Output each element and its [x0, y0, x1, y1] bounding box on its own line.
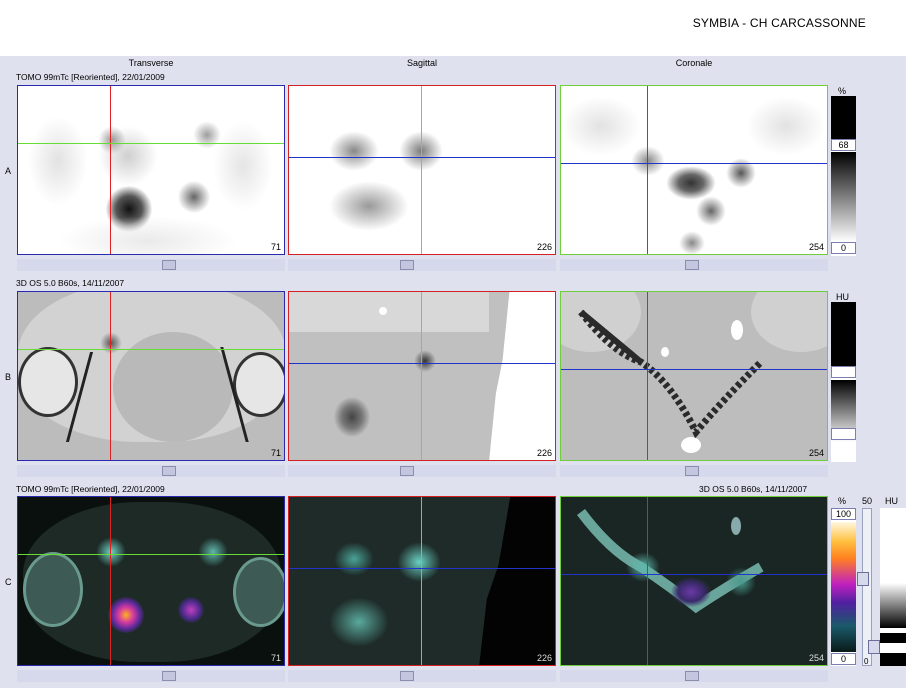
crosshair-vertical — [647, 86, 648, 254]
scroll-thumb[interactable] — [685, 671, 699, 681]
row-c-label: C — [5, 577, 12, 587]
scale-a-bar — [831, 96, 856, 256]
scrollbar-b-transverse[interactable] — [17, 465, 285, 477]
viewport-b-coronal[interactable]: 254 — [560, 291, 828, 461]
viewport-b-sagittal[interactable]: 226 — [288, 291, 556, 461]
crosshair-horizontal — [18, 349, 284, 350]
row-b-label: B — [5, 372, 12, 382]
row-c-info-right: 3D OS 5.0 B60s, 14/11/2007 — [699, 484, 808, 494]
title-bar: SYMBIA - CH CARCASSONNE — [0, 0, 906, 56]
scroll-thumb[interactable] — [400, 671, 414, 681]
slice-number: 71 — [270, 448, 281, 458]
scroll-thumb[interactable] — [162, 260, 176, 270]
viewport-a-transverse[interactable]: 71 — [17, 85, 285, 255]
crosshair-horizontal — [18, 554, 284, 555]
slice-number: 254 — [808, 242, 824, 252]
crosshair-horizontal — [18, 143, 284, 144]
scrollbar-a-coronal[interactable] — [560, 259, 828, 271]
crosshair-vertical — [110, 497, 111, 665]
scrollbar-b-coronal[interactable] — [560, 465, 828, 477]
viewport-c-transverse[interactable]: 71 — [17, 496, 285, 666]
scale-c-pct-unit: % — [838, 496, 847, 506]
crosshair-vertical — [421, 497, 422, 665]
slice-number: 226 — [536, 653, 552, 663]
scale-c-bottom-value[interactable]: 0 — [831, 653, 856, 665]
scrollbar-c-transverse[interactable] — [17, 670, 285, 682]
scrollbar-a-sagittal[interactable] — [288, 259, 556, 271]
crosshair-vertical — [421, 86, 422, 254]
crosshair-horizontal — [561, 369, 827, 370]
scale-b-window-handle[interactable] — [831, 428, 856, 440]
row-a-info: TOMO 99mTc [Reoriented], 22/01/2009 — [16, 72, 165, 82]
viewport-b-transverse[interactable]: 71 — [17, 291, 285, 461]
slice-number: 226 — [536, 242, 552, 252]
scroll-thumb[interactable] — [162, 671, 176, 681]
scale-b-level-handle[interactable] — [831, 366, 856, 378]
crosshair-vertical — [647, 497, 648, 665]
scale-c-hu-unit: HU — [885, 496, 898, 506]
scale-a-top-value[interactable]: 68 — [831, 139, 856, 151]
scale-c-window-value: 50 — [862, 496, 873, 506]
scale-c-low-value: 0 — [864, 657, 869, 666]
crosshair-horizontal — [289, 157, 555, 158]
scrollbar-c-sagittal[interactable] — [288, 670, 556, 682]
crosshair-vertical — [421, 292, 422, 460]
slice-number: 226 — [536, 448, 552, 458]
scroll-thumb[interactable] — [685, 466, 699, 476]
crosshair-vertical — [110, 86, 111, 254]
scale-a-bottom-value[interactable]: 0 — [831, 242, 856, 254]
scroll-thumb[interactable] — [400, 466, 414, 476]
viewport-a-coronal[interactable]: 254 — [560, 85, 828, 255]
scale-c-color-bar — [831, 508, 856, 666]
scale-b-unit: HU — [836, 292, 849, 302]
row-c-info-left: TOMO 99mTc [Reoriented], 22/01/2009 — [16, 484, 165, 494]
scroll-thumb[interactable] — [685, 260, 699, 270]
row-a-label: A — [5, 166, 12, 176]
crosshair-vertical — [647, 292, 648, 460]
column-header-transverse: Transverse — [128, 58, 174, 68]
scroll-thumb[interactable] — [162, 466, 176, 476]
viewport-c-sagittal[interactable]: 226 — [288, 496, 556, 666]
slice-number: 71 — [270, 653, 281, 663]
viewport-a-sagittal[interactable]: 226 — [288, 85, 556, 255]
crosshair-vertical — [110, 292, 111, 460]
crosshair-horizontal — [561, 163, 827, 164]
scroll-thumb[interactable] — [400, 260, 414, 270]
slice-number: 254 — [808, 448, 824, 458]
pelvis-outline — [578, 309, 764, 439]
column-header-sagittal: Sagittal — [406, 58, 438, 68]
scale-c-hu-bar — [880, 508, 906, 666]
slice-number: 254 — [808, 653, 824, 663]
scrollbar-a-transverse[interactable] — [17, 259, 285, 271]
column-header-coronal: Coronale — [675, 58, 713, 68]
crosshair-horizontal — [289, 363, 555, 364]
opacity-slider-thumb[interactable] — [857, 572, 869, 586]
scrollbar-b-sagittal[interactable] — [288, 465, 556, 477]
crosshair-horizontal — [289, 568, 555, 569]
viewport-c-coronal[interactable]: 254 — [560, 496, 828, 666]
scale-a-unit: % — [838, 86, 847, 96]
app-title: SYMBIA - CH CARCASSONNE — [692, 16, 866, 30]
row-b-info: 3D OS 5.0 B60s, 14/11/2007 — [16, 278, 125, 288]
slice-number: 71 — [270, 242, 281, 252]
scrollbar-c-coronal[interactable] — [560, 670, 828, 682]
scale-c-top-value[interactable]: 100 — [831, 508, 856, 520]
crosshair-horizontal — [561, 574, 827, 575]
opacity-slider-thumb-low[interactable] — [868, 640, 880, 654]
